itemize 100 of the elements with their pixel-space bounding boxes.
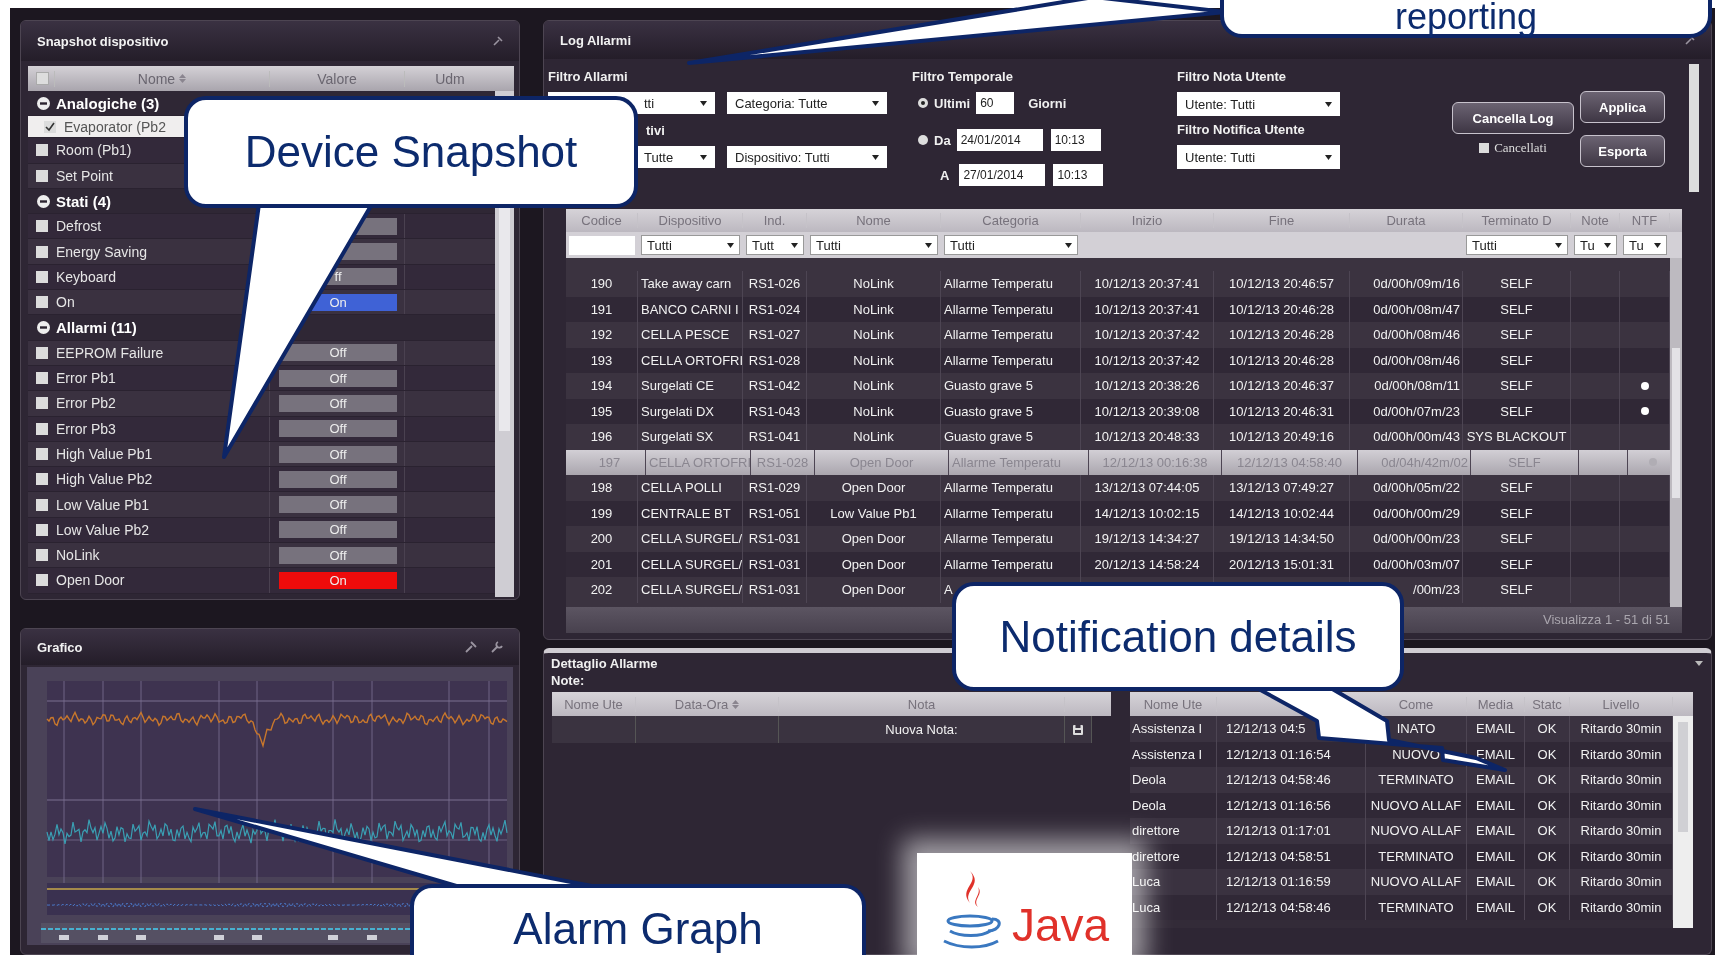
table-cell: Deola: [1130, 767, 1217, 793]
table-cell: SELF: [1463, 373, 1571, 399]
table-cell: NUOVO ALLAF: [1366, 818, 1467, 844]
table-cell: NUOVO ALLAF: [1366, 869, 1467, 895]
table-cell: Allarme Temperatu: [941, 526, 1081, 552]
item-name: EEPROM Failure: [56, 344, 165, 361]
callout-tooltip: Device Snapshot: [184, 96, 638, 208]
filter-label: Filtro Temporale: [912, 69, 1014, 85]
item-name: Open Door: [56, 572, 126, 589]
table-cell: Assistenza I: [1130, 716, 1217, 742]
item-name: Evaporator (Pb2: [64, 118, 167, 135]
table-cell: SELF: [1463, 577, 1571, 603]
table-cell: CELLA SURGEL/: [638, 577, 743, 603]
table-cell: direttore: [1130, 818, 1217, 844]
callout-tooltip: Alarm Graph: [410, 884, 866, 955]
table-cell: RS1-031: [743, 526, 807, 552]
table-cell: 10/12/13 20:37:42: [1081, 322, 1214, 348]
table-cell: 19/12/13 14:34:50: [1214, 526, 1350, 552]
radio-label: Da: [934, 132, 951, 148]
table-cell: RS1-042: [743, 373, 807, 399]
table-cell: 202: [566, 577, 638, 603]
table-cell: CELLA PESCE: [638, 322, 743, 348]
table-cell: NoLink: [807, 373, 941, 399]
table-cell: 190: [566, 271, 638, 297]
table-cell: Surgelati CE: [638, 373, 743, 399]
item-name: Error Pb1: [56, 370, 117, 387]
table-cell: OK: [1525, 767, 1570, 793]
filter-label: Filtro Nota Utente: [1177, 69, 1288, 85]
table-cell: RS1-026: [743, 271, 807, 297]
item-name: Keyboard: [56, 268, 117, 285]
table-cell: 0d/00h/08m/11: [1350, 373, 1463, 399]
value-indicator: On: [279, 572, 398, 589]
table-cell: Allarme Temperatu: [941, 475, 1081, 501]
table-cell: 12/12/13 01:16:59: [1217, 869, 1366, 895]
table-cell: Allarme Temperatu: [941, 322, 1081, 348]
value-indicator: Off: [279, 546, 398, 564]
table-cell: 13/12/13 07:44:05: [1081, 475, 1214, 501]
value-indicator: Off: [279, 496, 398, 514]
filter-label: Filtro Notifica Utente: [1177, 122, 1306, 138]
item-name: NoLink: [56, 547, 101, 564]
table-cell: Guasto grave 5: [941, 424, 1081, 450]
table-cell: 10/12/13 20:46:57: [1214, 271, 1350, 297]
table-cell: OK: [1525, 716, 1570, 742]
table-cell: 12/12/13 04:58:46: [1217, 894, 1366, 920]
group-label: Allarmi (11): [56, 319, 137, 336]
value-indicator: Off: [279, 369, 398, 387]
table-cell: 200: [566, 526, 638, 552]
item-name: Error Pb3: [56, 420, 117, 437]
table-cell: 10/12/13 20:38:26: [1081, 373, 1214, 399]
table-cell: 198: [566, 475, 638, 501]
table-cell: SYS BLACKOUT: [1463, 424, 1571, 450]
table-cell: 192: [566, 322, 638, 348]
filter-label: tivi: [645, 123, 666, 139]
value-indicator: Off: [279, 521, 398, 539]
item-name: On: [56, 294, 76, 311]
table-cell: Guasto grave 5: [941, 373, 1081, 399]
table-cell: 0d/00h/08m/46: [1350, 322, 1463, 348]
table-cell: NoLink: [807, 271, 941, 297]
field-label: A: [940, 167, 950, 183]
table-cell: RS1-027: [743, 322, 807, 348]
item-name: Set Point: [56, 167, 114, 184]
panel-title: Snapshot dispositivo: [37, 33, 169, 49]
item-name: High Value Pb2: [56, 471, 154, 488]
item-name: High Value Pb1: [56, 446, 154, 462]
table-cell: TERMINATO: [1366, 767, 1467, 793]
table-cell: 12/12/13 01:17:01: [1217, 818, 1366, 844]
value-indicator: Off: [279, 470, 398, 488]
panel-title: Log Allarmi: [560, 32, 632, 48]
table-cell: SELF: [1463, 322, 1571, 348]
table-cell: 10/12/13 20:49:16: [1214, 424, 1350, 450]
value-indicator: Off: [279, 394, 398, 412]
panel-title: Grafico: [37, 639, 83, 655]
group-label: Stati (4): [56, 192, 111, 210]
table-cell: 10/12/13 20:48:33: [1081, 424, 1214, 450]
table-cell: Open Door: [807, 475, 941, 501]
table-cell: EMAIL: [1467, 894, 1525, 920]
value-indicator: Off: [279, 420, 398, 438]
table-cell: 0d/00h/09m/16: [1350, 271, 1463, 297]
table-cell: Open Door: [807, 577, 941, 603]
panel-title: Dettaglio Allarme: [551, 655, 658, 671]
table-cell: OK: [1525, 869, 1570, 895]
new-note-label: Nuova Nota:: [779, 716, 1065, 743]
table-cell: Take away carn: [638, 271, 743, 297]
item-name: Low Value Pb2: [56, 521, 151, 538]
radio-label: Ultimi: [934, 95, 971, 111]
table-cell: SELF: [1463, 271, 1571, 297]
group-label: Analogiche (3): [56, 94, 160, 112]
table-cell: NoLink: [807, 424, 941, 450]
table-cell: EMAIL: [1467, 818, 1525, 844]
callout-tooltip: reporting: [1220, 0, 1712, 38]
table-cell: OK: [1525, 818, 1570, 844]
item-name: Energy Saving: [56, 243, 149, 260]
table-cell: OK: [1525, 894, 1570, 920]
table-cell: 10/12/13 20:37:41: [1081, 271, 1214, 297]
table-cell: CELLA SURGEL/: [638, 526, 743, 552]
table-cell: 13/12/13 07:49:27: [1214, 475, 1350, 501]
table-cell: 10/12/13 20:46:28: [1214, 322, 1350, 348]
table-cell: 0d/00h/00m/43: [1350, 424, 1463, 450]
table-cell: 196: [566, 424, 638, 450]
table-cell: Open Door: [807, 526, 941, 552]
